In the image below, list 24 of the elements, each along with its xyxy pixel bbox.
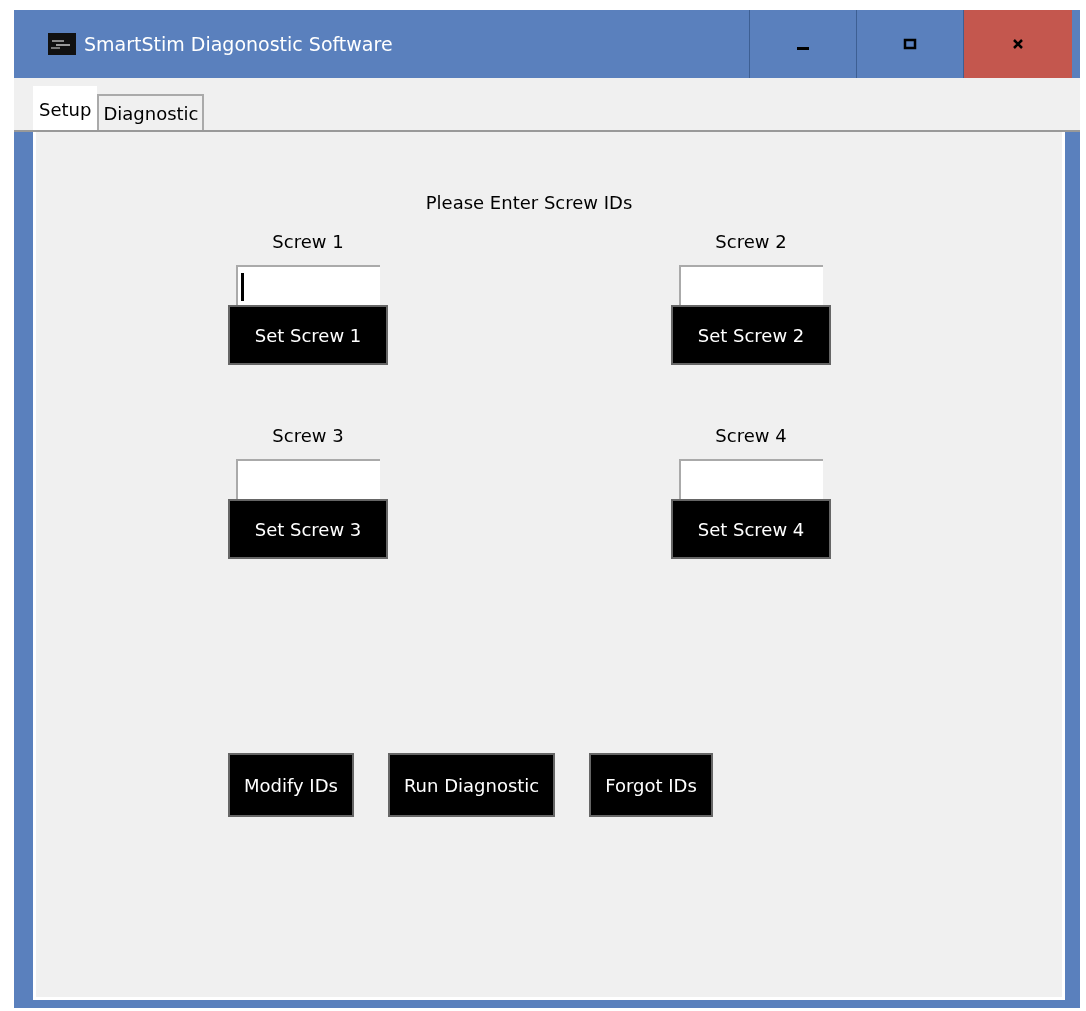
screw-label: Screw 1	[272, 231, 344, 254]
tab[interactable]: Diagnostic	[97, 94, 205, 130]
action-button[interactable]: Modify IDs	[228, 753, 354, 817]
id-field[interactable]	[679, 265, 823, 305]
screw-label: Screw 4	[715, 425, 787, 448]
tab[interactable]: Setup	[33, 86, 98, 130]
id-field[interactable]	[679, 459, 823, 499]
screw-label: Screw 3	[272, 425, 344, 448]
set-screw-button[interactable]: Set Screw 2	[671, 305, 831, 365]
minimize-icon	[797, 46, 809, 50]
id-field[interactable]	[236, 459, 380, 499]
screw-label: Screw 2	[715, 231, 787, 254]
text-caret	[241, 273, 244, 301]
close-icon	[1011, 37, 1025, 51]
set-screw-button[interactable]: Set Screw 3	[228, 499, 388, 559]
set-screw-button[interactable]: Set Screw 4	[671, 499, 831, 559]
heading-label: Please Enter Screw IDs	[424, 192, 634, 213]
maximize-icon	[903, 37, 917, 51]
set-screw-button[interactable]: Set Screw 1	[228, 305, 388, 365]
id-field[interactable]	[236, 265, 380, 305]
app-icon	[48, 33, 76, 55]
window-title: SmartStim Diagonostic Software	[84, 33, 394, 55]
action-button[interactable]: Run Diagnostic	[387, 753, 556, 817]
action-button[interactable]: Forgot IDs	[589, 753, 713, 817]
